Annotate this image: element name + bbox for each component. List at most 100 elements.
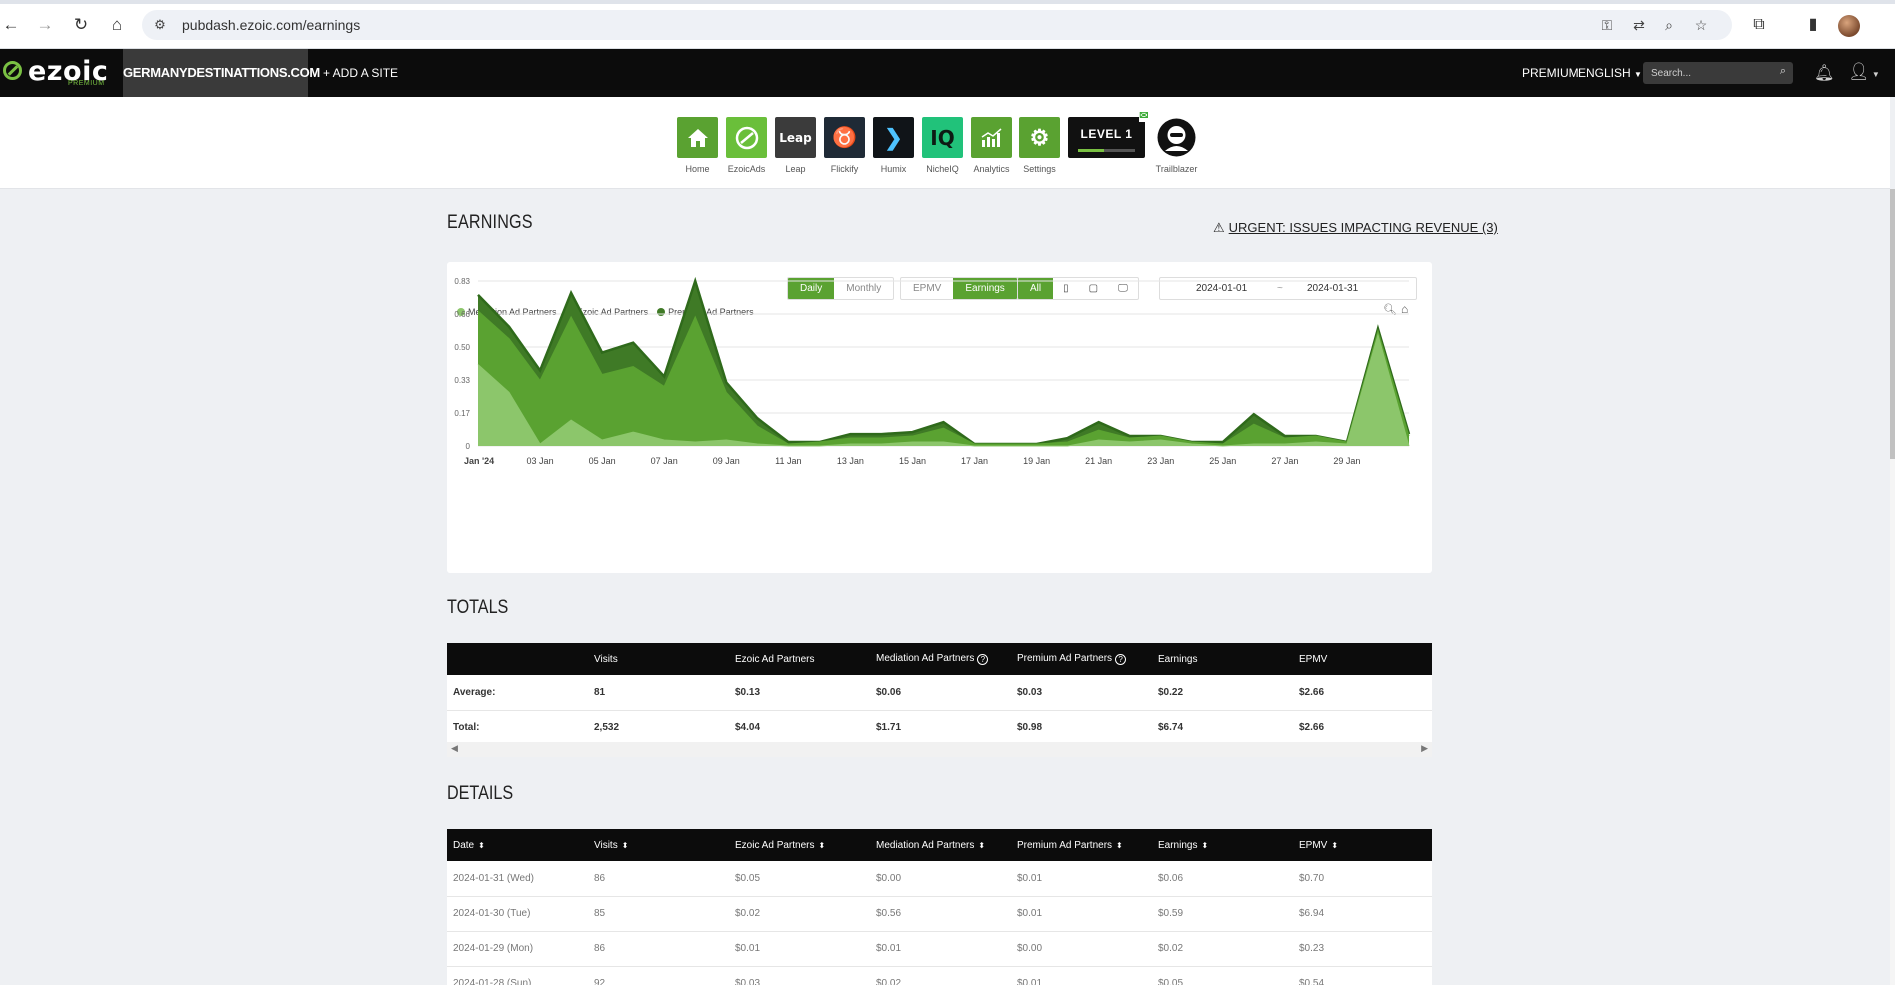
x-tick-label: 21 Jan xyxy=(1085,456,1112,466)
table-cell: $0.00 xyxy=(1011,931,1152,967)
scroll-right-icon[interactable]: ▶ xyxy=(1421,743,1428,754)
y-tick-label: 0.33 xyxy=(454,376,470,385)
app-trailblazer[interactable]: Trailblazer xyxy=(1156,117,1197,174)
bookmark-star-icon[interactable]: ☆ xyxy=(1692,17,1710,33)
table-cell: $0.02 xyxy=(729,896,870,932)
ezoic-ads-icon xyxy=(726,117,767,158)
y-tick-label: 0.17 xyxy=(454,409,470,418)
url-text[interactable]: pubdash.ezoic.com/earnings xyxy=(182,17,360,33)
urgent-issues[interactable]: ⚠ URGENT: ISSUES IMPACTING REVENUE (3) xyxy=(1213,220,1498,236)
password-key-icon[interactable]: ⚿ xyxy=(1598,17,1616,33)
add-site-link[interactable]: + ADD A SITE xyxy=(323,49,398,97)
header-label: Ezoic Ad Partners xyxy=(735,839,815,851)
search-icon[interactable]: ⌕ xyxy=(1780,65,1786,78)
x-tick-label: 13 Jan xyxy=(837,456,864,466)
help-icon[interactable]: ? xyxy=(1115,654,1127,665)
page-title: EARNINGS xyxy=(447,212,533,233)
search-input[interactable] xyxy=(1651,65,1771,81)
table-cell: $0.02 xyxy=(1152,931,1293,967)
level-badge[interactable]: LEVEL 1 ✉ xyxy=(1068,111,1149,158)
warning-icon: ⚠ xyxy=(1213,220,1225,235)
totals-horizontal-scrollbar[interactable]: ◀ ▶ xyxy=(447,742,1432,757)
sort-icon[interactable]: ⬍ xyxy=(978,841,985,850)
side-panel-icon[interactable]: ▮ xyxy=(1802,14,1824,36)
table-cell: 2024-01-31 (Wed) xyxy=(447,861,588,897)
sort-earnings-header[interactable]: Earnings ⬍ xyxy=(1152,829,1293,861)
app-settings[interactable]: ⚙ Settings xyxy=(1019,117,1060,174)
home-page-icon[interactable]: ⌂ xyxy=(106,14,128,36)
app-analytics[interactable]: Analytics xyxy=(971,117,1012,174)
reload-icon[interactable]: ↻ xyxy=(70,14,92,36)
language-dropdown[interactable]: ENGLISH ▼ xyxy=(1578,49,1642,97)
sort-icon[interactable]: ⬍ xyxy=(622,841,629,850)
details-table: Date ⬍ Visits ⬍ Ezoic Ad Partners ⬍ Mediati… xyxy=(447,829,1432,985)
app-leap[interactable]: Leap Leap xyxy=(775,117,816,174)
x-tick-label: 05 Jan xyxy=(589,456,616,466)
details-header-row: Date ⬍ Visits ⬍ Ezoic Ad Partners ⬍ Mediati… xyxy=(447,829,1432,861)
translate-icon[interactable]: ⇄ xyxy=(1630,17,1648,33)
caret-down-icon: ▼ xyxy=(1634,70,1642,79)
bell-icon[interactable]: 🔔︎ xyxy=(1814,63,1834,83)
address-bar[interactable]: ⚙ pubdash.ezoic.com/earnings ⚿ ⇄ ⌕ ☆ xyxy=(142,10,1732,40)
extensions-icon[interactable]: ⧉ xyxy=(1748,14,1770,36)
table-cell: $0.70 xyxy=(1293,861,1432,897)
premium-link[interactable]: PREMIUM xyxy=(1522,49,1579,97)
table-row: 2024-01-30 (Tue) 85 $0.02 $0.56 $0.01 $0.59 $6… xyxy=(447,896,1432,932)
x-tick-label: 11 Jan xyxy=(775,456,801,466)
sort-icon[interactable]: ⬍ xyxy=(478,841,485,850)
forward-icon[interactable]: → xyxy=(34,14,56,36)
profile-avatar[interactable] xyxy=(1838,15,1860,37)
app-ezoicads[interactable]: EzoicAds xyxy=(726,117,767,174)
sort-epmv-header[interactable]: EPMV ⬍ xyxy=(1293,829,1432,861)
sort-ezoic-header[interactable]: Ezoic Ad Partners ⬍ xyxy=(729,829,870,861)
table-cell: $0.01 xyxy=(1011,896,1152,932)
table-row: Total: 2,532 $4.04 $1.71 $0.98 $6.74 $2.… xyxy=(447,710,1432,746)
sort-icon[interactable]: ⬍ xyxy=(1331,841,1338,850)
nicheiq-icon: IQ xyxy=(922,117,963,158)
ezoic-logo[interactable]: ezoic PREMIUM xyxy=(0,49,122,97)
urgent-issues-link[interactable]: URGENT: ISSUES IMPACTING REVENUE (3) xyxy=(1229,220,1498,235)
sort-icon[interactable]: ⬍ xyxy=(1201,841,1208,850)
sort-icon[interactable]: ⬍ xyxy=(1116,841,1123,850)
totals-title: TOTALS xyxy=(447,597,509,618)
earnings-area-chart[interactable]: 0 0.17 0.33 0.50 0.66 0.83 Jan '24 03 Jan 05 Jan… xyxy=(447,262,1432,573)
table-cell: $2.66 xyxy=(1293,675,1432,711)
app-flickify[interactable]: ♉ Flickify xyxy=(824,117,865,174)
table-cell: $0.98 xyxy=(1011,710,1152,746)
page-vertical-scrollbar[interactable] xyxy=(1890,189,1895,985)
sort-visits-header[interactable]: Visits ⬍ xyxy=(588,829,729,861)
scrollbar-thumb[interactable] xyxy=(1890,189,1895,459)
y-tick-label: 0.66 xyxy=(454,310,470,319)
sort-icon[interactable]: ⬍ xyxy=(818,841,825,850)
browser-chrome: ← → ↻ ⌂ ⚙ pubdash.ezoic.com/earnings ⚿ ⇄… xyxy=(0,0,1895,49)
back-icon[interactable]: ← xyxy=(0,14,22,36)
table-cell: 2,532 xyxy=(588,710,729,746)
table-cell: $1.71 xyxy=(870,710,1011,746)
mail-icon[interactable]: ✉ xyxy=(1139,111,1149,122)
app-home[interactable]: Home xyxy=(677,117,718,174)
table-cell: Total: xyxy=(447,710,588,746)
trailblazer-icon xyxy=(1156,117,1197,158)
table-cell: $0.22 xyxy=(1152,675,1293,711)
y-tick-label: 0.83 xyxy=(454,277,470,286)
site-selector[interactable]: GERMANYDESTINATTIONS.COM xyxy=(123,49,320,97)
user-menu-icon[interactable]: 👤︎ ▼ xyxy=(1848,62,1880,82)
sort-premium-header[interactable]: Premium Ad Partners ⬍ xyxy=(1011,829,1152,861)
scroll-left-icon[interactable]: ◀ xyxy=(451,743,458,754)
app-humix[interactable]: ❯ Humix xyxy=(873,117,914,174)
header-label: EPMV xyxy=(1299,839,1328,851)
site-info-icon[interactable]: ⚙ xyxy=(152,17,168,33)
sort-date-header[interactable]: Date ⬍ xyxy=(447,829,588,861)
y-tick-label: 0.50 xyxy=(454,343,470,352)
level-progress-bar xyxy=(1078,149,1135,152)
app-nicheiq[interactable]: IQ NicheIQ xyxy=(922,117,963,174)
x-tick-label: 07 Jan xyxy=(651,456,678,466)
totals-header-visits: Visits xyxy=(588,643,729,675)
sort-mediation-header[interactable]: Mediation Ad Partners ⬍ xyxy=(870,829,1011,861)
header-search[interactable]: ⌕ xyxy=(1643,62,1793,84)
app-header: ezoic PREMIUM GERMANYDESTINATTIONS.COM +… xyxy=(0,49,1895,97)
details-title: DETAILS xyxy=(447,783,514,804)
help-icon[interactable]: ? xyxy=(977,654,989,665)
zoom-icon[interactable]: ⌕ xyxy=(1660,17,1678,33)
table-row: 2024-01-31 (Wed) 86 $0.05 $0.00 $0.01 $0.06 $0… xyxy=(447,861,1432,897)
